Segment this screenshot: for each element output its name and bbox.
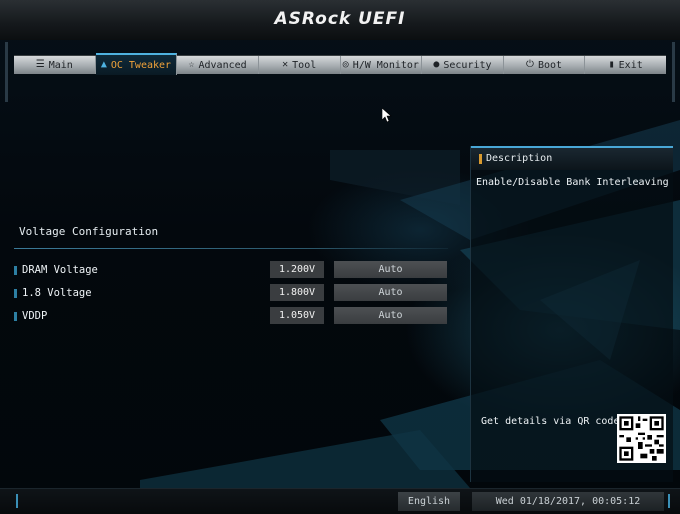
- setting-label: DRAM Voltage: [22, 264, 98, 276]
- description-panel: Description Enable/Disable Bank Interlea…: [470, 146, 673, 482]
- tab-advanced[interactable]: ☆ Advanced: [177, 56, 259, 74]
- setting-row-dram-voltage[interactable]: DRAM Voltage 1.200V Auto: [0, 261, 460, 279]
- star-icon: ☆: [188, 59, 195, 70]
- qr-label: Get details via QR code: [481, 416, 620, 427]
- header-marker: [479, 154, 482, 164]
- current-voltage-value: 1.200V: [270, 261, 324, 278]
- exit-icon: ▮: [608, 59, 615, 70]
- row-marker: [14, 289, 17, 298]
- tab-label: H/W Monitor: [352, 59, 419, 71]
- section-title: Voltage Configuration: [19, 225, 159, 238]
- monitor-icon: ◎: [342, 59, 349, 70]
- date-time-display: Wed 01/18/2017, 00:05:12: [472, 492, 664, 511]
- tab-main[interactable]: ☰ Main: [14, 56, 96, 74]
- voltage-select[interactable]: Auto: [334, 307, 447, 324]
- description-title: Description: [486, 153, 553, 164]
- tab-hw-monitor[interactable]: ◎ H/W Monitor: [341, 56, 423, 74]
- shield-icon: ●: [433, 59, 440, 70]
- voltage-select[interactable]: Auto: [334, 261, 447, 278]
- tab-label: Boot: [537, 59, 563, 71]
- status-marker-right: [668, 494, 670, 508]
- tab-label: Security: [443, 59, 492, 71]
- setting-row-vddp[interactable]: VDDP 1.050V Auto: [0, 307, 460, 325]
- setting-row-1-8-voltage[interactable]: 1.8 Voltage 1.800V Auto: [0, 284, 460, 302]
- description-text: Enable/Disable Bank Interleaving: [476, 177, 669, 188]
- tab-label: Exit: [618, 59, 643, 71]
- mouse-pointer-icon: [382, 108, 392, 122]
- frame-decoration-right: [672, 42, 675, 102]
- current-voltage-value: 1.800V: [270, 284, 324, 301]
- tab-bar: ☰ Main ▲ OC Tweaker ☆ Advanced ✕ Tool ◎ …: [14, 53, 666, 75]
- tab-exit[interactable]: ▮ Exit: [585, 56, 666, 74]
- setting-label: 1.8 Voltage: [22, 287, 92, 299]
- tab-label: OC Tweaker: [110, 59, 172, 71]
- voltage-select[interactable]: Auto: [334, 284, 447, 301]
- section-divider: [14, 248, 448, 249]
- row-marker: [14, 312, 17, 321]
- language-button[interactable]: English: [398, 492, 460, 511]
- tab-security[interactable]: ● Security: [422, 56, 504, 74]
- flame-icon: ▲: [100, 59, 107, 70]
- asrock-logo: ASRock UEFI: [274, 9, 406, 29]
- current-voltage-value: 1.050V: [270, 307, 324, 324]
- tab-boot[interactable]: ⏻ Boot: [504, 56, 586, 74]
- power-icon: ⏻: [526, 59, 534, 70]
- status-marker-left: [16, 494, 18, 508]
- tab-tool[interactable]: ✕ Tool: [259, 56, 341, 74]
- tab-label: Advanced: [198, 59, 247, 71]
- tab-label: Tool: [292, 59, 317, 71]
- frame-decoration-left: [5, 42, 8, 102]
- qr-code-icon: [617, 414, 666, 463]
- description-header: Description: [471, 146, 673, 170]
- title-bar: ASRock UEFI: [0, 0, 680, 40]
- tab-label: Main: [48, 59, 73, 71]
- list-icon: ☰: [35, 59, 45, 70]
- setting-label: VDDP: [22, 310, 48, 322]
- tab-oc-tweaker[interactable]: ▲ OC Tweaker: [95, 53, 178, 75]
- tools-icon: ✕: [282, 59, 289, 70]
- row-marker: [14, 266, 17, 275]
